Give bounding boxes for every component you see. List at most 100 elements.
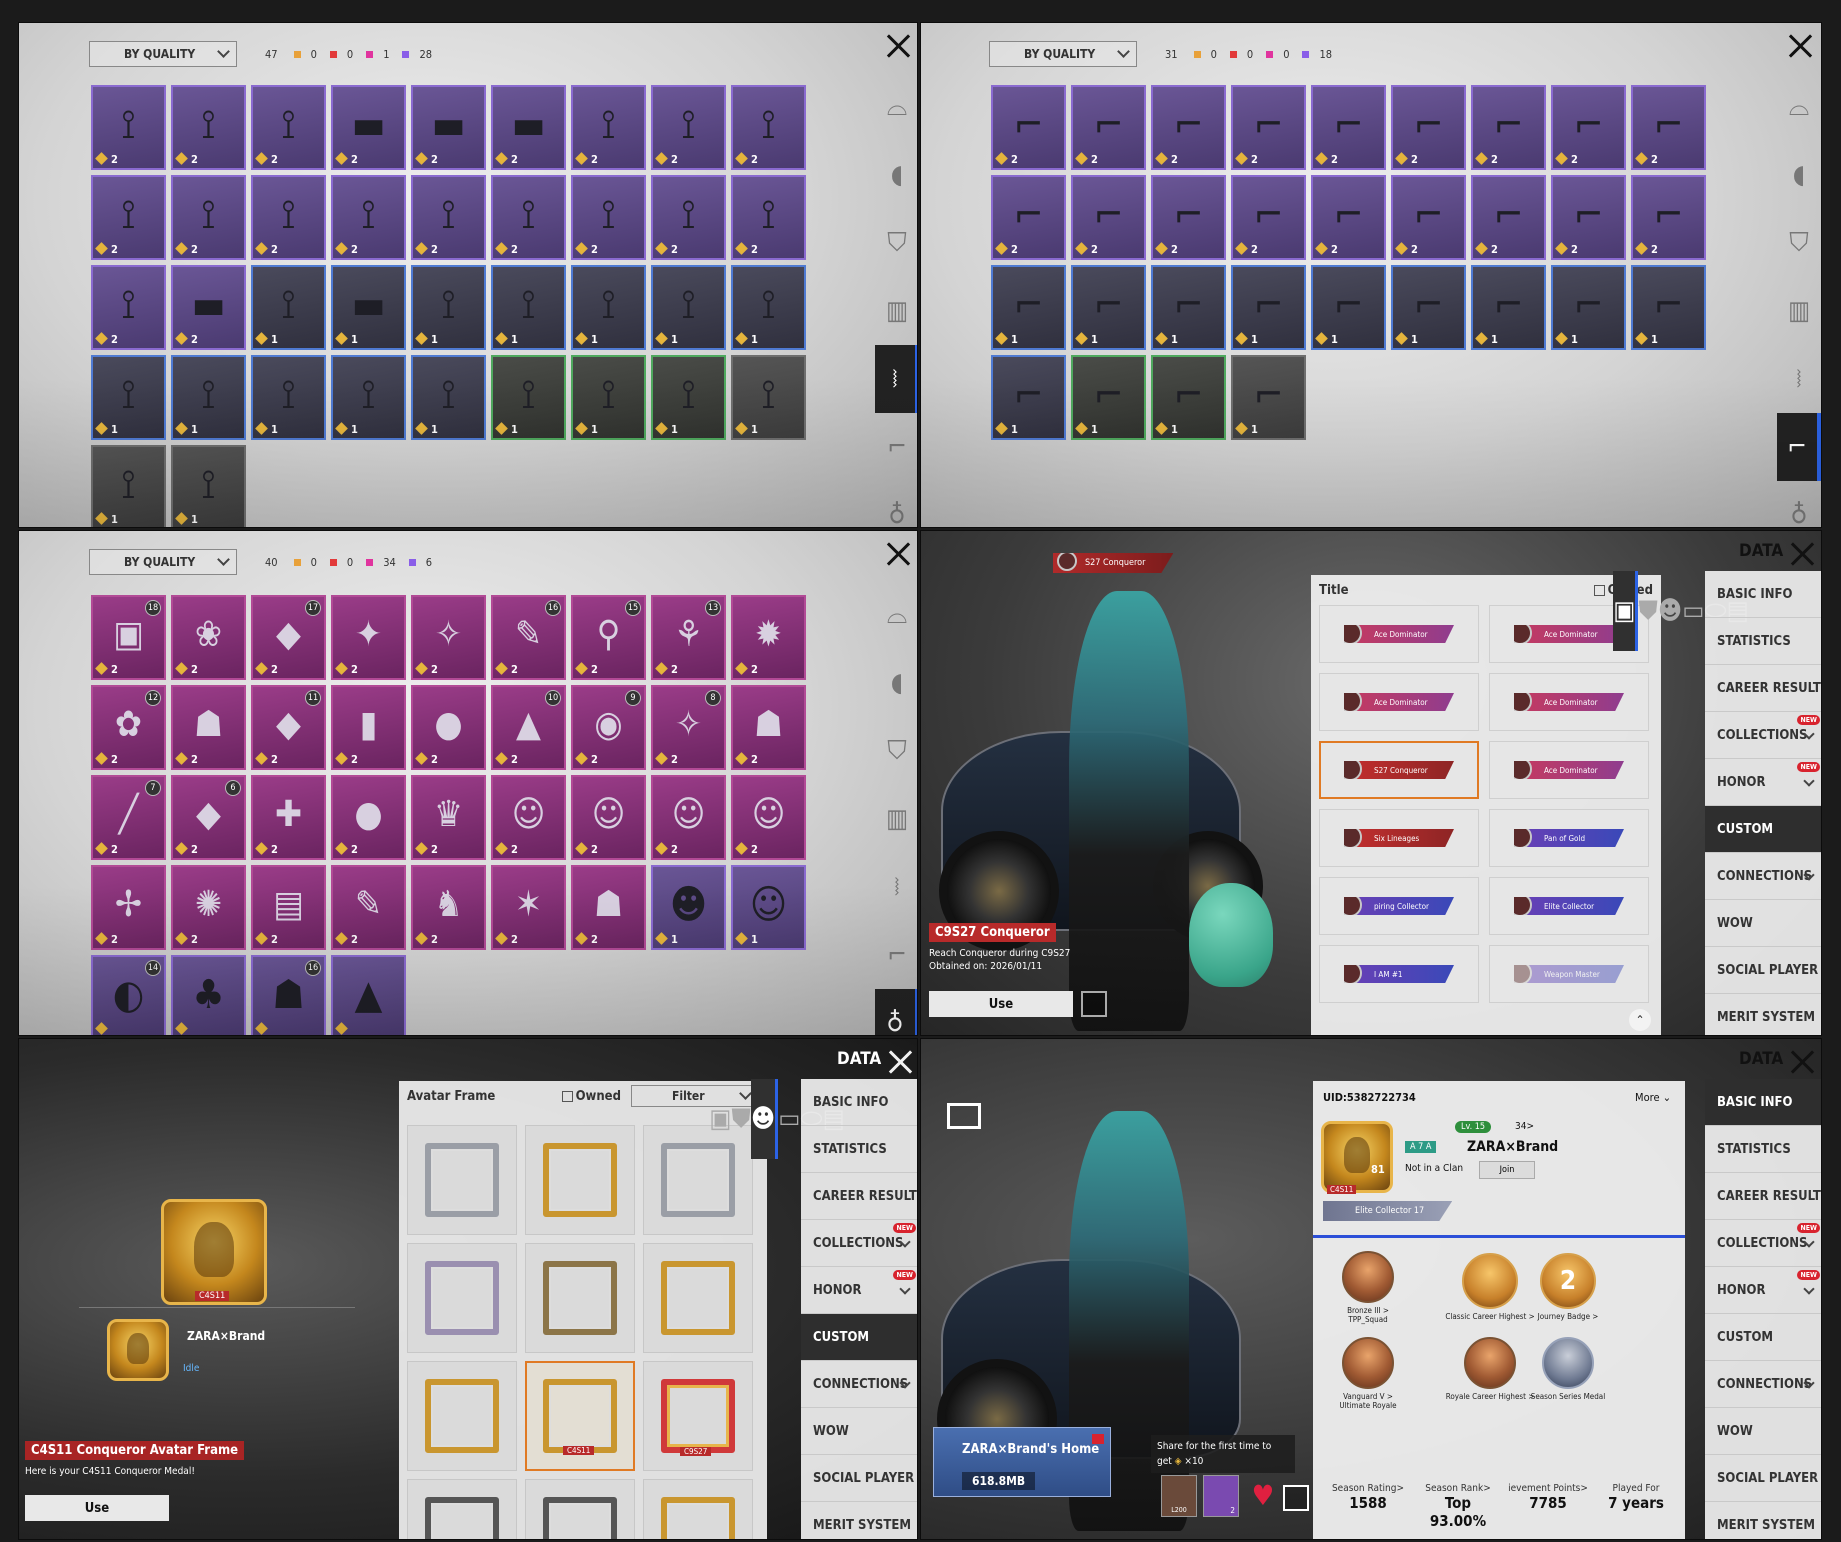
close-icon[interactable] [887, 1049, 913, 1075]
friends-count[interactable]: 34> [1515, 1121, 1534, 1132]
profile-stat[interactable]: Played For 7 years [1593, 1483, 1679, 1512]
inventory-item[interactable]: ⌐ 2 [1311, 85, 1386, 170]
inventory-item[interactable]: ▬ 1 [331, 265, 406, 350]
nav-item-social-player-card[interactable]: SOCIAL PLAYER CARD [1705, 1455, 1821, 1502]
inventory-item[interactable]: ✺ 2 [171, 865, 246, 950]
inventory-item[interactable]: ⟟ 1 [571, 355, 646, 440]
nav-item-connections[interactable]: CONNECTIONS [801, 1361, 917, 1408]
close-icon[interactable] [885, 541, 911, 567]
inventory-item[interactable]: ⟟ 2 [571, 175, 646, 260]
jacket-icon[interactable]: ⛉ [875, 717, 917, 785]
inventory-item[interactable]: ☺ 2 [491, 775, 566, 860]
badge-icon[interactable]: ⛊ [1638, 571, 1658, 651]
nav-item-career-results[interactable]: CAREER RESULTS [801, 1173, 917, 1220]
inventory-item[interactable]: ⟟ 2 [251, 85, 326, 170]
title-option[interactable]: S27 Conqueror [1319, 741, 1479, 799]
inventory-item[interactable]: ⌐ 1 [1551, 265, 1626, 350]
inventory-item[interactable]: ⌐ 1 [1471, 265, 1546, 350]
glasses-icon[interactable]: ⌓ [875, 581, 917, 649]
inventory-item[interactable]: ✹ 2 [731, 595, 806, 680]
inventory-item[interactable]: ☺ 2 [571, 775, 646, 860]
inventory-item[interactable]: ⌐ 2 [1391, 175, 1466, 260]
nav-item-statistics[interactable]: STATISTICS [801, 1126, 917, 1173]
inventory-item[interactable]: ⟟ 1 [91, 445, 166, 527]
glasses-icon[interactable]: ⌓ [1777, 73, 1821, 141]
avatar-frame-option[interactable]: C4S11 [525, 1361, 635, 1471]
jacket-icon[interactable]: ⛉ [875, 209, 917, 277]
nav-item-merit-system[interactable]: MERIT SYSTEM [801, 1502, 917, 1539]
title-option[interactable]: Six Lineages [1319, 809, 1479, 867]
mask-icon[interactable]: ◖ [875, 649, 917, 717]
inventory-item[interactable]: ✎ 2 [331, 865, 406, 950]
nav-item-merit-system[interactable]: MERIT SYSTEM [1705, 994, 1821, 1035]
inventory-item[interactable]: ⟟ 1 [171, 445, 246, 527]
more-button[interactable]: More ⌄ [1635, 1091, 1671, 1104]
inventory-item[interactable]: ▬ 2 [411, 85, 486, 170]
inventory-item[interactable]: ⟟ 1 [411, 355, 486, 440]
inventory-item[interactable]: ⌐ 1 [1231, 355, 1306, 440]
avatar-frame-option[interactable] [407, 1125, 517, 1235]
frame-icon[interactable]: ▭ [778, 1079, 800, 1159]
pendant-icon[interactable]: ♁ [1777, 481, 1821, 527]
inventory-item[interactable]: ● 2 [411, 685, 486, 770]
nav-item-custom[interactable]: CUSTOM [1705, 806, 1821, 853]
inventory-item[interactable]: ⌐ 2 [1551, 175, 1626, 260]
inventory-item[interactable]: ⌐ 1 [1391, 265, 1466, 350]
avatar-frame-option[interactable] [643, 1479, 753, 1539]
nav-item-wow[interactable]: WOW [1705, 900, 1821, 947]
inventory-item[interactable]: ◆ 2 17 [251, 595, 326, 680]
close-icon[interactable] [885, 33, 911, 59]
inventory-item[interactable]: ▲ 2 10 [491, 685, 566, 770]
title-option[interactable]: Elite Collector [1489, 877, 1649, 935]
inventory-item[interactable]: ⌐ 1 [1311, 265, 1386, 350]
inventory-item[interactable]: ✿ 2 12 [91, 685, 166, 770]
inventory-item[interactable]: ⌐ 2 [1311, 175, 1386, 260]
avatar-frame-option[interactable] [407, 1361, 517, 1471]
uid[interactable]: UID:5382722734 [1323, 1091, 1416, 1104]
inventory-item[interactable]: ⟟ 1 [491, 265, 566, 350]
inventory-item[interactable]: ☻ 1 [651, 865, 726, 950]
scroll-top-icon[interactable]: ⌃ [1629, 1009, 1651, 1031]
backpack-icon[interactable]: ▥ [1777, 277, 1821, 345]
rank-medal[interactable]: Vanguard V > Ultimate Royale [1323, 1337, 1413, 1410]
inventory-item[interactable]: ╱ 2 7 [91, 775, 166, 860]
inventory-item[interactable]: ⟟ 2 [251, 175, 326, 260]
nav-item-basic-info[interactable]: BASIC INFO [801, 1079, 917, 1126]
inventory-item[interactable]: ▮ 2 [331, 685, 406, 770]
inventory-item[interactable]: ⟟ 1 [571, 265, 646, 350]
inventory-item[interactable]: ☺ 2 [731, 775, 806, 860]
inventory-item[interactable]: ✎ 2 16 [491, 595, 566, 680]
inventory-item[interactable]: ☗ 2 [571, 865, 646, 950]
inventory-item[interactable]: ✦ 2 [331, 595, 406, 680]
inventory-item[interactable]: ⟟ 2 [571, 85, 646, 170]
inventory-item[interactable]: ⌐ 2 [1471, 175, 1546, 260]
inventory-item[interactable]: ⌐ 2 [991, 85, 1066, 170]
rank-medal[interactable]: Bronze III > TPP_Squad [1323, 1251, 1413, 1324]
inventory-item[interactable]: ▤ 2 [251, 865, 326, 950]
inventory-item[interactable]: ⟟ 1 [91, 355, 166, 440]
inventory-item[interactable]: ◉ 2 9 [571, 685, 646, 770]
inventory-item[interactable]: ⟟ 1 [331, 355, 406, 440]
home-card[interactable]: ZARA×Brand's Home 618.8MB [933, 1427, 1111, 1497]
inventory-item[interactable]: ✧ 2 [411, 595, 486, 680]
sort-dropdown[interactable]: BY QUALITY [989, 41, 1137, 67]
close-icon[interactable] [1789, 1049, 1815, 1075]
title-option[interactable]: piring Collector [1319, 877, 1479, 935]
inventory-item[interactable]: ⌐ 2 [1151, 85, 1226, 170]
inventory-item[interactable]: ♞ 2 [411, 865, 486, 950]
inventory-item[interactable]: ◆ 2 11 [251, 685, 326, 770]
backpack-icon[interactable]: ▥ [875, 785, 917, 853]
inventory-item[interactable]: ♣ [171, 955, 246, 1035]
inventory-item[interactable]: ⟟ 2 [651, 175, 726, 260]
inventory-item[interactable]: ☗ 2 [731, 685, 806, 770]
pants-icon[interactable]: ⧘ [875, 853, 917, 921]
inventory-item[interactable]: ◐ 14 [91, 955, 166, 1035]
close-icon[interactable] [1787, 33, 1813, 59]
inventory-item[interactable]: ⟟ 2 [491, 175, 566, 260]
inventory-item[interactable]: ⌐ 1 [1231, 265, 1306, 350]
title-option[interactable]: Ace Dominator [1489, 741, 1649, 799]
title-option[interactable]: Weapon Master [1489, 945, 1649, 1003]
inventory-item[interactable]: ⌐ 2 [1631, 85, 1706, 170]
mask-icon[interactable]: ◖ [875, 141, 917, 209]
nav-item-basic-info[interactable]: BASIC INFO [1705, 1079, 1821, 1126]
